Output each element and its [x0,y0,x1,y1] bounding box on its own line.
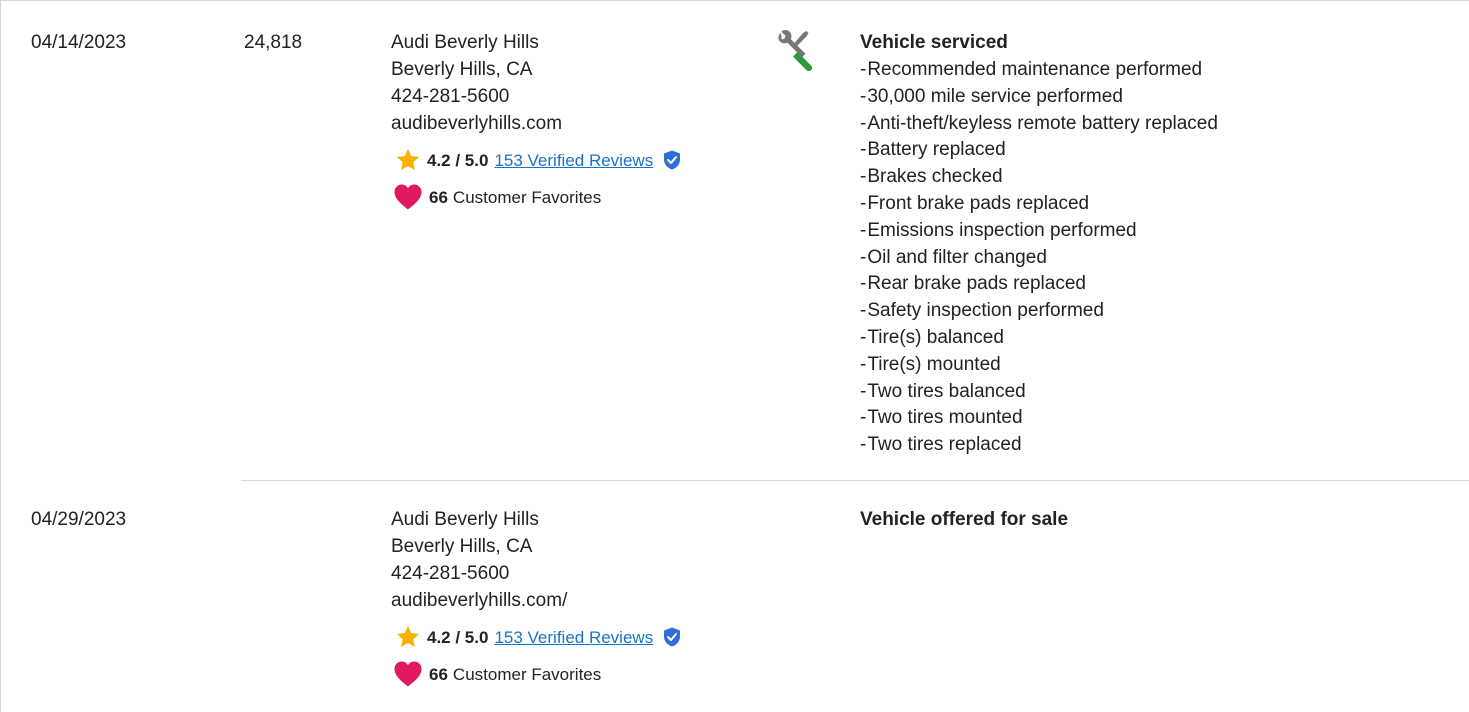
service-icon-cell [775,29,815,79]
customer-favorites: 66 Customer Favorites [391,661,751,687]
dealer-website: audibeverlyhills.com/ [391,590,568,611]
favorites-count: 66 [429,664,448,684]
service-item: Safety inspection performed [860,297,1460,324]
heart-icon [394,184,422,210]
dealer-rating: 4.2 / 5.0 153 Verified Reviews [391,147,751,173]
dealer-phone: 424-281-5600 [391,563,510,584]
dealer-info: Audi Beverly Hills Beverly Hills, CA 424… [391,506,751,687]
history-row: 04/14/2023 24,818 Audi Beverly Hills Bev… [1,0,1469,480]
record-title: Vehicle serviced [860,32,1008,53]
service-history-panel: 04/14/2023 24,818 Audi Beverly Hills Bev… [0,0,1469,712]
service-item: Two tires replaced [860,431,1460,458]
dealer-name: Audi Beverly Hills [391,32,539,53]
dealer-rating: 4.2 / 5.0 153 Verified Reviews [391,624,751,650]
heart-icon [394,661,422,687]
dealer-location: Beverly Hills, CA [391,59,533,80]
service-item: Recommended maintenance performed [860,56,1460,83]
dealer-phone: 424-281-5600 [391,86,510,107]
service-item: Emissions inspection performed [860,217,1460,244]
verified-reviews-link[interactable]: 153 Verified Reviews [494,147,653,174]
record-date: 04/29/2023 [31,509,127,530]
favorites-label: Customer Favorites [452,187,602,207]
favorites-label: Customer Favorites [452,664,602,684]
service-item: Rear brake pads replaced [860,270,1460,297]
service-item: Anti-theft/keyless remote battery replac… [860,110,1460,137]
service-details: Vehicle serviced Recommended maintenance… [860,29,1460,458]
star-icon [396,625,420,647]
history-row: 04/29/2023 Audi Beverly Hills Beverly Hi… [1,481,1469,712]
dealer-website: audibeverlyhills.com [391,113,563,134]
service-item: Battery replaced [860,136,1460,163]
service-item: Brakes checked [860,163,1460,190]
rating-value: 4.2 / 5.0 [427,150,489,170]
record-title: Vehicle offered for sale [860,509,1069,530]
service-item: Oil and filter changed [860,244,1460,271]
record-date: 04/14/2023 [31,32,127,53]
verified-reviews-link[interactable]: 153 Verified Reviews [494,624,653,651]
star-icon [396,148,420,170]
service-item: Tire(s) mounted [860,351,1460,378]
service-item: Two tires balanced [860,378,1460,405]
service-item: Tire(s) balanced [860,324,1460,351]
verified-shield-icon [664,150,681,170]
dealer-location: Beverly Hills, CA [391,536,533,557]
dealer-name: Audi Beverly Hills [391,509,539,530]
service-item: Two tires mounted [860,404,1460,431]
favorites-count: 66 [429,187,448,207]
wrench-screwdriver-icon [778,30,813,72]
customer-favorites: 66 Customer Favorites [391,184,751,210]
service-item: Front brake pads replaced [860,190,1460,217]
verified-shield-icon [664,627,681,647]
rating-value: 4.2 / 5.0 [427,627,489,647]
service-item-list: Recommended maintenance performed 30,000… [860,56,1460,458]
service-details: Vehicle offered for sale [860,506,1460,533]
dealer-info: Audi Beverly Hills Beverly Hills, CA 424… [391,29,751,210]
service-item: 30,000 mile service performed [860,83,1460,110]
record-mileage: 24,818 [244,32,303,53]
